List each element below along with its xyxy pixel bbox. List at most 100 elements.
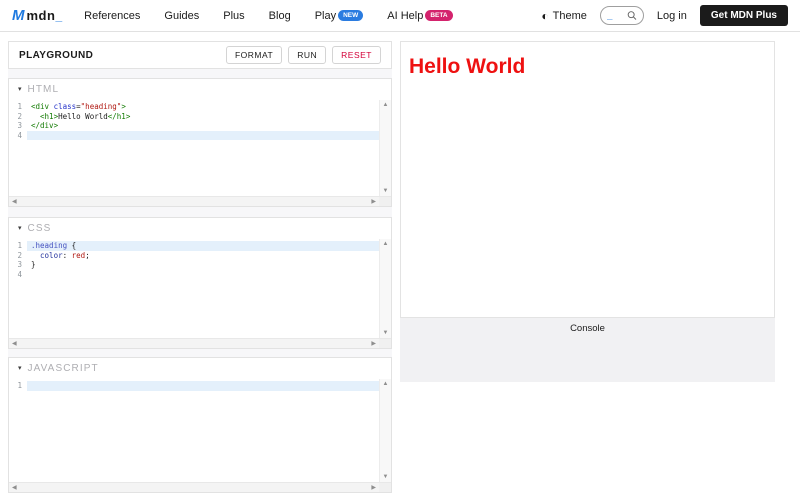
css-section-label: CSS: [28, 223, 52, 234]
code-line[interactable]: [27, 270, 379, 280]
code-token: color: [40, 251, 63, 260]
mdn-logo[interactable]: M mdn _: [12, 7, 62, 24]
html-section: ▾ HTML 1234 <div class="heading"> <h1>He…: [8, 78, 392, 207]
horizontal-scrollbar[interactable]: ◀ ▶: [9, 196, 391, 206]
output-iframe: Hello World: [400, 41, 775, 318]
theme-icon: ◐: [541, 10, 548, 22]
scroll-right-icon[interactable]: ▶: [371, 198, 376, 205]
code-token: {: [67, 241, 76, 250]
page-title: PLAYGROUND: [19, 50, 93, 61]
site-search[interactable]: [600, 6, 644, 25]
scrollbar-corner: [379, 339, 391, 348]
html-editor[interactable]: 1234 <div class="heading"> <h1>Hello Wor…: [9, 100, 391, 196]
css-editor[interactable]: 1234 .heading { color: red;} ▲ ▼: [9, 239, 391, 338]
nav-item-guides[interactable]: Guides: [164, 10, 199, 22]
format-button[interactable]: FORMAT: [226, 46, 282, 64]
line-number-gutter: 1: [9, 381, 27, 391]
code-token: class: [54, 102, 77, 111]
scroll-down-icon[interactable]: ▼: [380, 330, 391, 336]
code-token: >: [121, 102, 126, 111]
theme-toggle[interactable]: ◐ Theme: [541, 10, 587, 22]
code-line[interactable]: .heading {: [27, 241, 379, 251]
new-badge: NEW: [338, 10, 363, 21]
scroll-right-icon[interactable]: ▶: [371, 340, 376, 347]
horizontal-scrollbar[interactable]: ◀ ▶: [9, 482, 391, 492]
code-area[interactable]: .heading { color: red;}: [27, 241, 379, 279]
javascript-section: ▾ JAVASCRIPT 1 ▲ ▼ ◀ ▶: [8, 357, 392, 493]
mdn-playground-page: M mdn _ References Guides Plus Blog Play…: [0, 0, 800, 494]
topbar-actions: ◐ Theme Log in Get MDN Plus: [541, 5, 788, 26]
code-token: [31, 251, 40, 260]
vertical-scrollbar[interactable]: ▲ ▼: [379, 100, 391, 196]
nav-item-blog[interactable]: Blog: [269, 10, 291, 22]
vertical-scrollbar[interactable]: ▲ ▼: [379, 239, 391, 338]
code-line[interactable]: color: red;: [27, 251, 379, 261]
code-area[interactable]: [27, 381, 379, 391]
scroll-up-icon[interactable]: ▲: [380, 381, 391, 387]
line-number: 1: [9, 241, 27, 251]
console-label: Console: [400, 318, 775, 334]
javascript-section-label: JAVASCRIPT: [28, 363, 99, 374]
scroll-down-icon[interactable]: ▼: [380, 474, 391, 480]
code-line[interactable]: [27, 131, 379, 141]
scroll-down-icon[interactable]: ▼: [380, 188, 391, 194]
line-number: 2: [9, 112, 27, 122]
code-area[interactable]: <div class="heading"> <h1>Hello World</h…: [27, 102, 379, 140]
scroll-left-icon[interactable]: ◀: [12, 198, 17, 205]
code-token: :: [63, 251, 72, 260]
scroll-left-icon[interactable]: ◀: [12, 484, 17, 491]
code-line[interactable]: </div>: [27, 121, 379, 131]
javascript-section-toggle[interactable]: ▾ JAVASCRIPT: [9, 358, 391, 379]
line-number: 1: [9, 381, 27, 391]
code-token: "heading": [81, 102, 122, 111]
code-token: red: [72, 251, 86, 260]
css-section-toggle[interactable]: ▾ CSS: [9, 218, 391, 239]
code-token: }: [31, 260, 36, 269]
code-line[interactable]: <div class="heading">: [27, 102, 379, 112]
code-token: [31, 112, 40, 121]
scroll-right-icon[interactable]: ▶: [371, 484, 376, 491]
run-button[interactable]: RUN: [288, 46, 326, 64]
code-token: <h1>: [40, 112, 58, 121]
nav-item-ai-help[interactable]: AI HelpBETA: [387, 10, 452, 22]
line-number: 2: [9, 251, 27, 261]
nav-item-plus[interactable]: Plus: [223, 10, 244, 22]
search-input[interactable]: [607, 10, 627, 21]
scroll-up-icon[interactable]: ▲: [380, 102, 391, 108]
console-panel: Console: [400, 318, 775, 382]
code-line[interactable]: [27, 381, 379, 391]
nav-item-references[interactable]: References: [84, 10, 140, 22]
code-token: </h1>: [108, 112, 131, 121]
line-number: 3: [9, 121, 27, 131]
html-section-label: HTML: [28, 84, 60, 95]
vertical-scrollbar[interactable]: ▲ ▼: [379, 379, 391, 482]
horizontal-scrollbar[interactable]: ◀ ▶: [9, 338, 391, 348]
reset-button[interactable]: RESET: [332, 46, 381, 64]
playground-toolbar: FORMAT RUN RESET: [226, 46, 381, 64]
chevron-down-icon: ▾: [18, 225, 22, 232]
html-section-toggle[interactable]: ▾ HTML: [9, 79, 391, 100]
search-icon: [627, 10, 637, 21]
javascript-editor[interactable]: 1 ▲ ▼: [9, 379, 391, 482]
top-navigation-bar: M mdn _ References Guides Plus Blog Play…: [0, 0, 800, 32]
beta-badge: BETA: [425, 10, 452, 21]
code-token: </div>: [31, 121, 58, 130]
code-line[interactable]: <h1>Hello World</h1>: [27, 112, 379, 122]
line-number: 4: [9, 270, 27, 280]
scroll-left-icon[interactable]: ◀: [12, 340, 17, 347]
nav-label: Play: [315, 10, 336, 22]
line-number: 3: [9, 260, 27, 270]
line-number: 4: [9, 131, 27, 141]
nav-label: AI Help: [387, 10, 423, 22]
mdn-logo-underscore: _: [55, 9, 62, 23]
code-line[interactable]: }: [27, 260, 379, 270]
line-number: 1: [9, 102, 27, 112]
nav-label: Blog: [269, 10, 291, 22]
nav-item-play[interactable]: PlayNEW: [315, 10, 364, 22]
chevron-down-icon: ▾: [18, 86, 22, 93]
editors-column: PLAYGROUND FORMAT RUN RESET ▾ HTML 1234 …: [8, 41, 392, 493]
login-link[interactable]: Log in: [657, 10, 687, 22]
code-token: <div: [31, 102, 49, 111]
scroll-up-icon[interactable]: ▲: [380, 241, 391, 247]
get-mdn-plus-button[interactable]: Get MDN Plus: [700, 5, 788, 26]
